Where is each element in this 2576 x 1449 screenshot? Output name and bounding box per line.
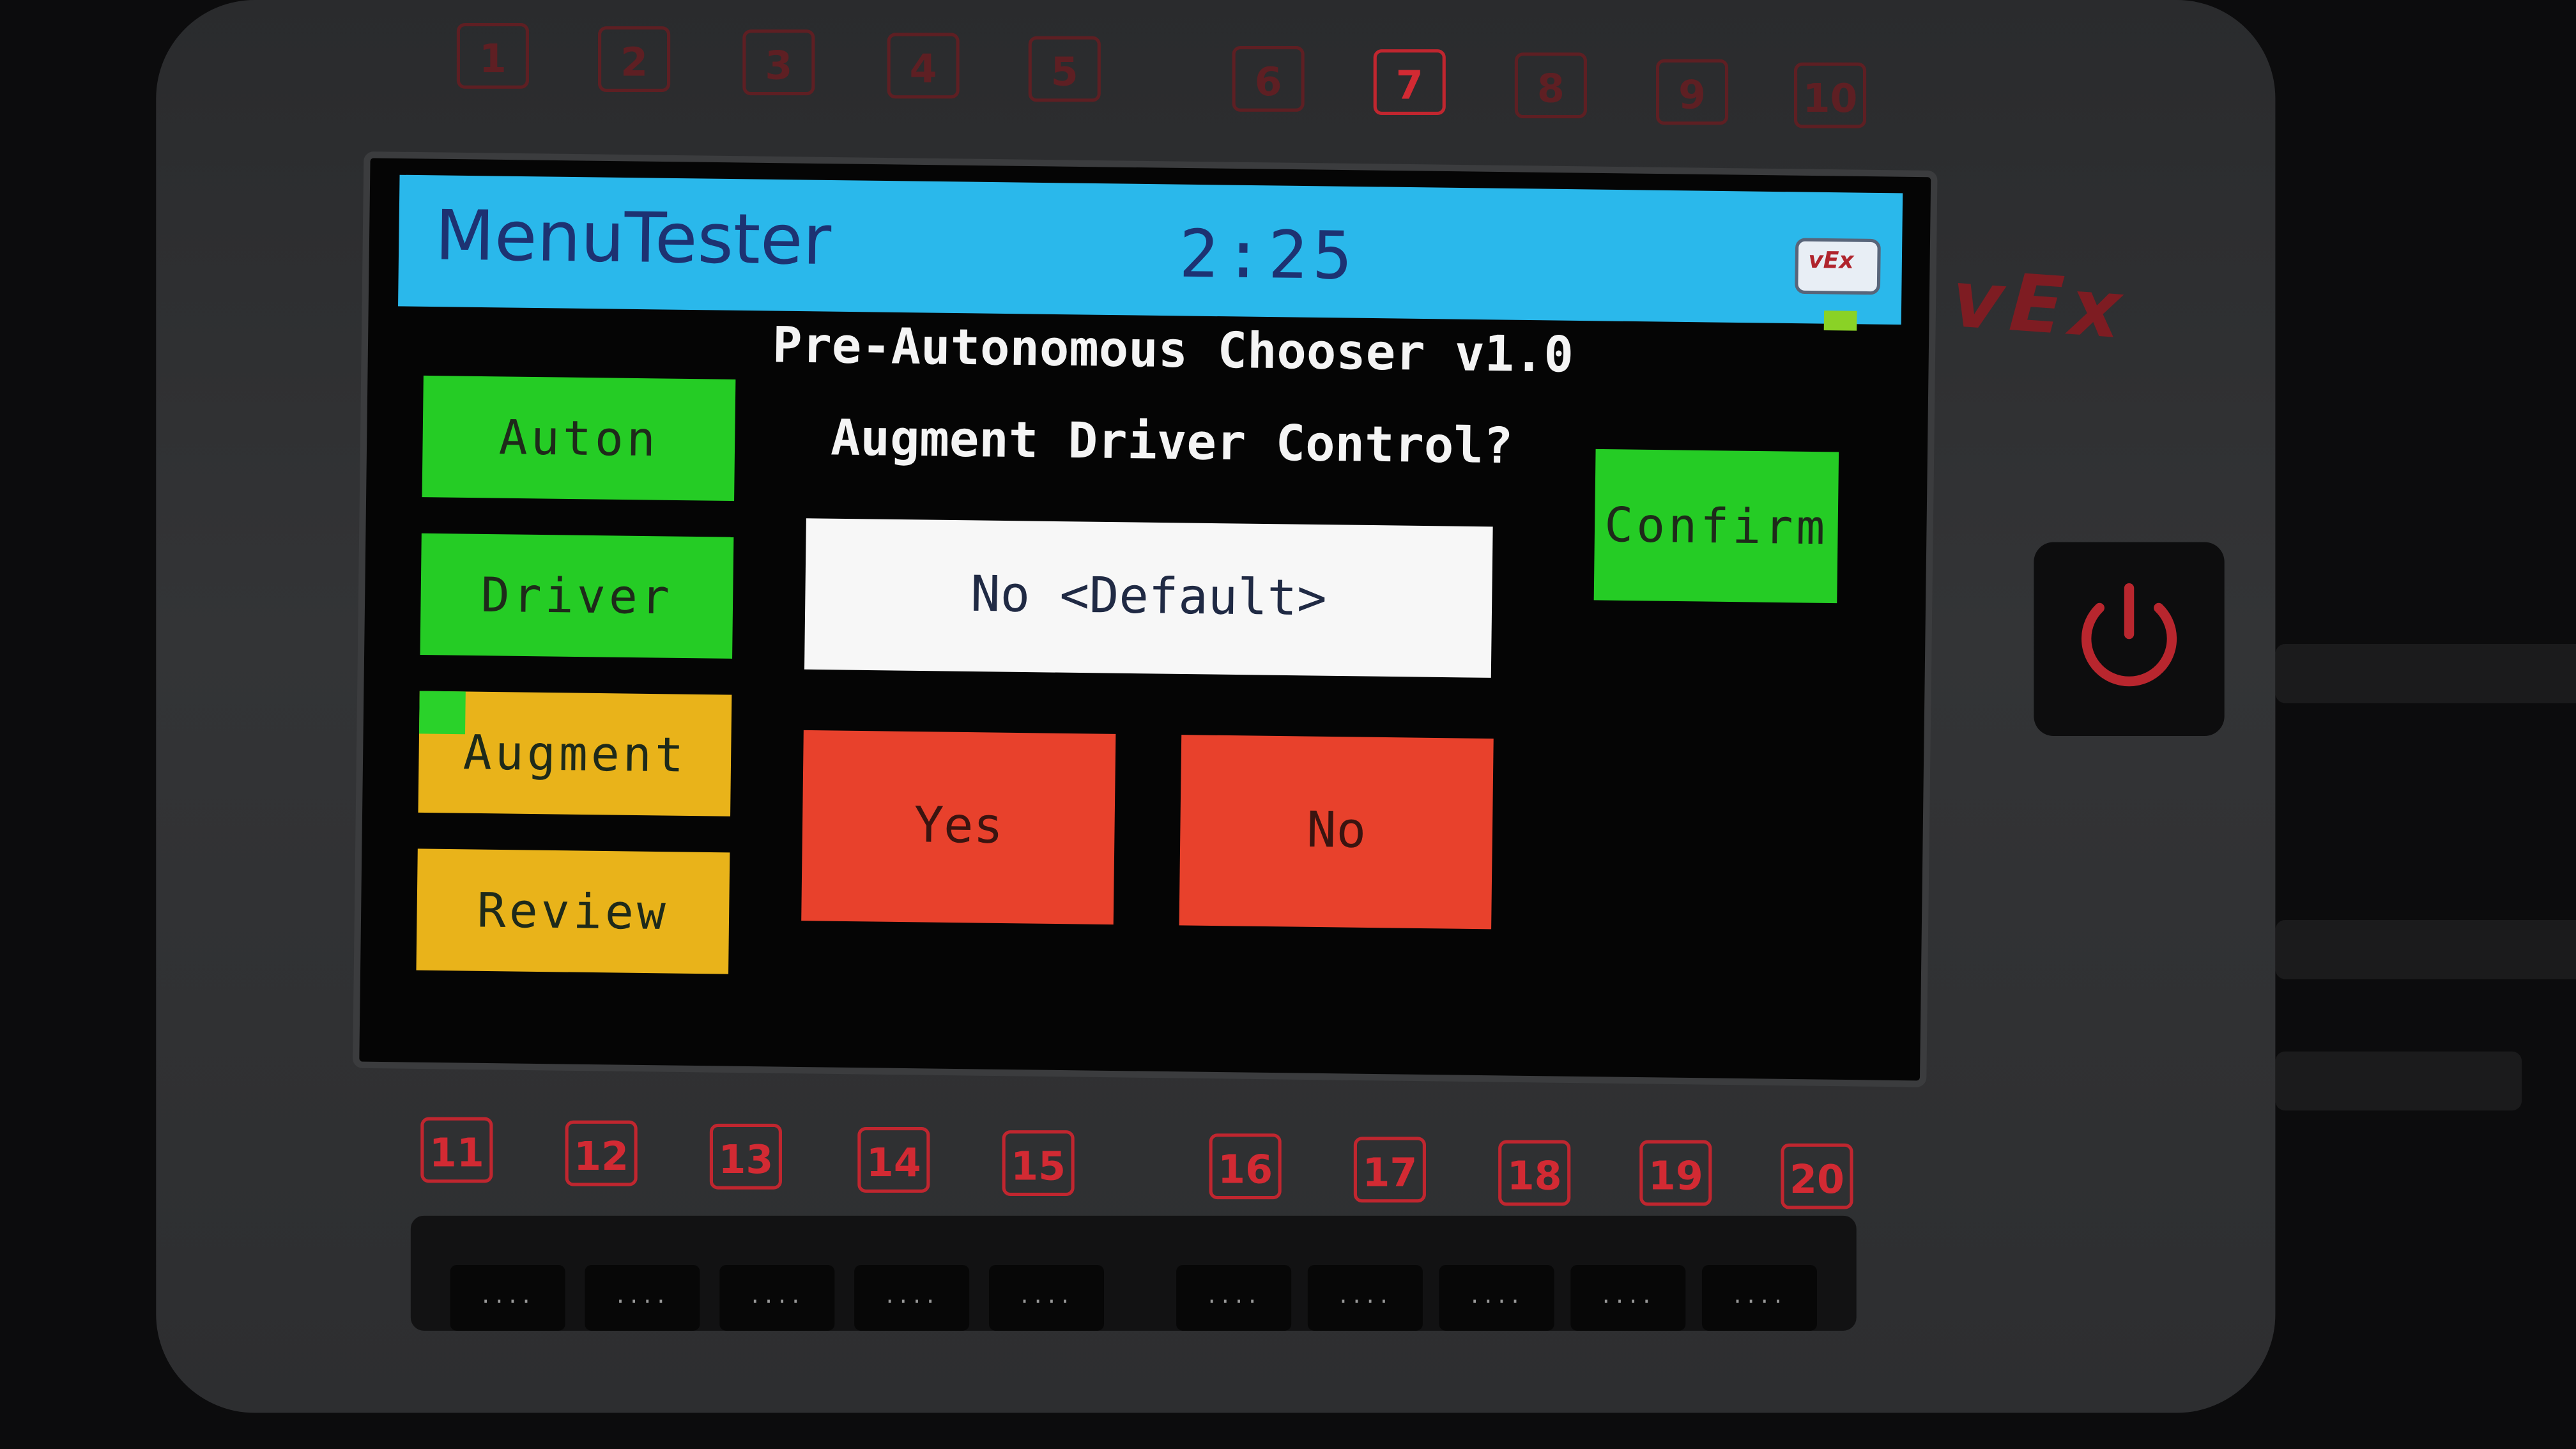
vex-badge-label: vEx xyxy=(1808,248,1854,275)
no-button[interactable]: No xyxy=(1179,735,1494,930)
smart-port-18[interactable]: .... xyxy=(1439,1264,1554,1331)
prompt-text: Augment Driver Control? xyxy=(830,410,1514,477)
port-label-8: 8 xyxy=(1514,52,1587,119)
port-label-7: 7 xyxy=(1373,49,1446,115)
smart-port-12[interactable]: .... xyxy=(585,1264,700,1331)
port-label-2: 2 xyxy=(597,26,671,92)
yes-button[interactable]: Yes xyxy=(801,730,1116,925)
menu-button-review[interactable]: Review xyxy=(416,848,730,974)
smart-port-17[interactable]: .... xyxy=(1307,1264,1423,1331)
port-label-12: 12 xyxy=(565,1120,638,1186)
port-label-11: 11 xyxy=(420,1117,493,1183)
port-label-10: 10 xyxy=(1793,62,1867,128)
app-title: MenuTester xyxy=(434,195,832,280)
port-label-13: 13 xyxy=(709,1123,782,1190)
smart-port-11[interactable]: .... xyxy=(450,1264,565,1331)
vex-logo: vEx xyxy=(1949,253,2131,358)
menu-button-auton[interactable]: Auton xyxy=(422,375,736,502)
port-label-17: 17 xyxy=(1353,1137,1426,1203)
confirm-button[interactable]: Confirm xyxy=(1593,448,1839,604)
cable xyxy=(2275,643,2576,703)
port-label-1: 1 xyxy=(456,22,529,89)
touchscreen: MenuTester 2:25 vEx Pre-Autonomous Choos… xyxy=(352,151,1938,1087)
smart-port-15[interactable]: .... xyxy=(988,1264,1104,1331)
selected-indicator xyxy=(419,691,466,735)
port-label-9: 9 xyxy=(1655,59,1729,125)
smart-port-20[interactable]: .... xyxy=(1701,1264,1817,1331)
power-button[interactable] xyxy=(2034,542,2225,736)
power-icon xyxy=(2081,583,2177,687)
smart-port-16[interactable]: .... xyxy=(1176,1264,1292,1331)
port-label-5: 5 xyxy=(1028,36,1101,102)
cable xyxy=(2275,1051,2522,1111)
port-label-4: 4 xyxy=(887,33,960,99)
port-label-6: 6 xyxy=(1232,45,1305,112)
port-label-18: 18 xyxy=(1498,1140,1571,1206)
port-label-14: 14 xyxy=(857,1126,930,1193)
smart-port-14[interactable]: .... xyxy=(854,1264,970,1331)
vex-badge-icon[interactable]: vEx xyxy=(1795,238,1881,295)
port-label-19: 19 xyxy=(1639,1140,1712,1206)
menu-button-augment-label: Augment xyxy=(463,724,687,783)
port-label-20: 20 xyxy=(1781,1143,1853,1209)
smart-port-19[interactable]: .... xyxy=(1570,1264,1686,1331)
chooser-header: Pre-Autonomous Chooser v1.0 xyxy=(772,317,1574,385)
photo-scene: 1 2 3 4 5 6 7 8 9 10 vEx MenuTester 2:25… xyxy=(0,0,2576,1449)
port-label-15: 15 xyxy=(1002,1130,1075,1196)
match-timer: 2:25 xyxy=(1178,217,1358,295)
port-label-3: 3 xyxy=(742,29,815,96)
menu-button-driver[interactable]: Driver xyxy=(420,533,734,659)
battery-icon xyxy=(1823,310,1857,331)
smart-port-13[interactable]: .... xyxy=(719,1264,835,1331)
port-label-16: 16 xyxy=(1209,1133,1282,1200)
menu-button-augment[interactable]: Augment xyxy=(418,691,732,816)
title-bar: MenuTester 2:25 vEx xyxy=(398,174,1903,331)
current-value-display: No <Default> xyxy=(804,518,1493,678)
cable xyxy=(2275,919,2576,979)
